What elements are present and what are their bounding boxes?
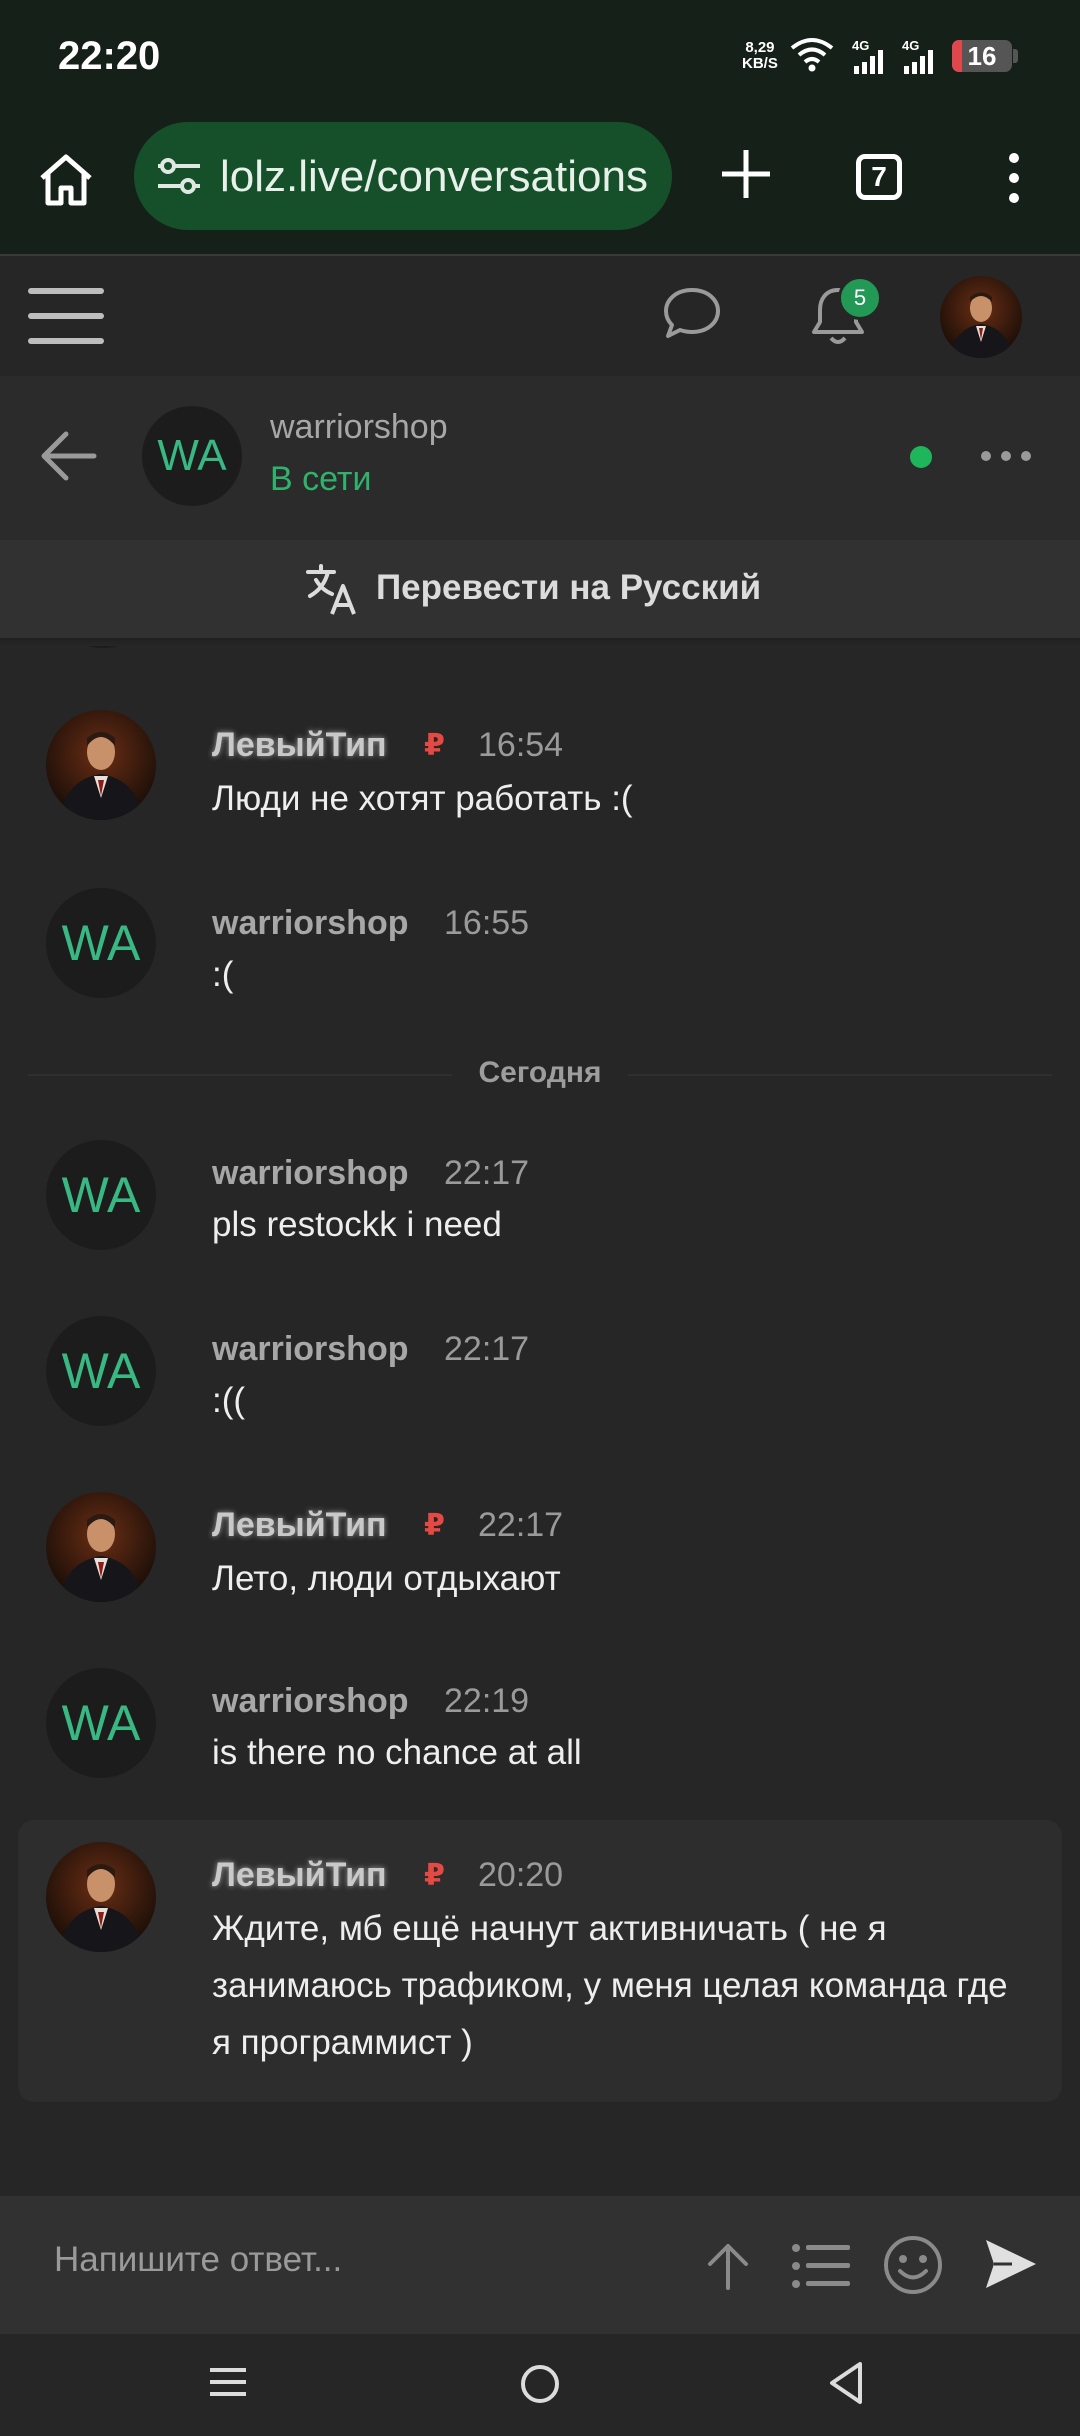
online-indicator-dot	[910, 446, 932, 468]
reply-input[interactable]: Напишите ответ...	[54, 2240, 342, 2280]
upload-arrow-icon[interactable]	[700, 2238, 756, 2294]
author-avatar[interactable]: WA	[46, 888, 156, 998]
ruble-badge-icon: ₽	[424, 1509, 445, 1542]
url-text[interactable]: lolz.live/conversations	[220, 152, 648, 202]
signal-icon-secondary	[904, 50, 933, 74]
tab-switcher-button[interactable]: 7	[856, 154, 902, 200]
author-name[interactable]: ЛевыйТип	[212, 1506, 387, 1545]
recent-apps-icon[interactable]	[208, 2362, 248, 2402]
reply-bar: Напишите ответ...	[0, 2196, 1080, 2334]
more-vertical-icon[interactable]	[1000, 152, 1028, 204]
message-list: ЛевыйТип ₽ 16:54 Люди не хотят работать …	[0, 646, 1080, 2196]
browser-toolbar: lolz.live/conversations 7	[0, 118, 1080, 254]
user-avatar[interactable]	[940, 276, 1022, 358]
back-arrow-icon[interactable]	[38, 428, 98, 484]
notification-count-badge: 5	[838, 276, 882, 320]
author-avatar[interactable]: WA	[46, 1140, 156, 1250]
ruble-badge-icon: ₽	[424, 1859, 445, 1892]
author-avatar[interactable]	[46, 1842, 156, 1952]
author-avatar[interactable]: WA	[46, 1668, 156, 1778]
author-name[interactable]: warriorshop	[212, 1330, 408, 1369]
conversation-avatar[interactable]: WA	[142, 406, 242, 506]
author-avatar[interactable]: WA	[46, 1316, 156, 1426]
system-back-icon[interactable]	[826, 2360, 866, 2406]
message-text: :(	[212, 955, 234, 994]
message-time: 22:19	[444, 1682, 530, 1720]
wifi-icon	[790, 38, 834, 72]
site-header: 5	[0, 256, 1080, 376]
list-format-icon[interactable]	[790, 2240, 852, 2292]
home-icon[interactable]	[34, 148, 98, 212]
conversation-header: WA warriorshop В сети	[0, 376, 1080, 540]
message-item-highlighted: ЛевыйТип ₽ 20:20 Ждите, мб ещё начнут ак…	[18, 1820, 1062, 2102]
more-options-icon[interactable]	[978, 446, 1034, 466]
message-time: 22:17	[444, 1330, 530, 1368]
message-item: WA warriorshop 22:17 pls restockk i need	[0, 1140, 1080, 1270]
emoji-icon[interactable]	[882, 2234, 944, 2296]
message-item: ЛевыйТип ₽ 16:54 Люди не хотят работать …	[0, 710, 1080, 840]
send-icon[interactable]	[982, 2236, 1038, 2292]
new-tab-icon[interactable]	[716, 144, 776, 204]
hamburger-menu-icon[interactable]	[26, 282, 106, 350]
system-home-icon[interactable]	[518, 2362, 562, 2406]
conversation-name[interactable]: warriorshop	[270, 408, 448, 447]
author-name[interactable]: warriorshop	[212, 904, 408, 943]
status-time: 22:20	[58, 34, 161, 78]
partially-visible-avatar	[50, 646, 156, 648]
author-name[interactable]: ЛевыйТип	[212, 726, 387, 765]
address-bar[interactable]: lolz.live/conversations	[134, 122, 672, 230]
message-time: 20:20	[478, 1856, 564, 1894]
signal-icon	[854, 50, 883, 74]
network-speed: 8,29 KB/S	[742, 39, 778, 72]
chat-icon[interactable]	[662, 282, 722, 342]
author-name[interactable]: ЛевыйТип	[212, 1856, 387, 1895]
message-time: 16:54	[478, 726, 564, 764]
message-text: Лето, люди отдыхают	[212, 1559, 561, 1598]
ruble-badge-icon: ₽	[424, 729, 445, 762]
message-item: WA warriorshop 22:19 is there no chance …	[0, 1668, 1080, 1798]
translate-icon	[306, 564, 356, 615]
site-settings-icon[interactable]	[156, 156, 202, 198]
day-separator-label: Сегодня	[452, 1056, 628, 1089]
online-status-text: В сети	[270, 460, 372, 498]
system-navigation-bar	[0, 2334, 1080, 2436]
battery-indicator: 16	[952, 40, 1012, 72]
message-time: 16:55	[444, 904, 530, 942]
status-bar: 22:20 8,29 KB/S 4G 4G 16	[0, 0, 1080, 118]
message-text: Ждите, мб ещё начнут активничать ( не я …	[212, 1909, 1008, 2062]
translate-bar-shadow	[0, 638, 1080, 646]
author-avatar[interactable]	[46, 1492, 156, 1602]
translate-button[interactable]: Перевести на Русский	[0, 540, 1080, 638]
message-text: pls restockk i need	[212, 1205, 502, 1244]
author-name[interactable]: warriorshop	[212, 1154, 408, 1193]
message-item: WA warriorshop 22:17 :((	[0, 1316, 1080, 1446]
day-separator: Сегодня	[0, 1056, 1080, 1090]
battery-cap	[1013, 49, 1018, 63]
author-avatar[interactable]	[46, 710, 156, 820]
translate-label: Перевести на Русский	[376, 568, 762, 607]
message-time: 22:17	[444, 1154, 530, 1192]
message-text: Люди не хотят работать :(	[212, 779, 633, 818]
message-item: WA warriorshop 16:55 :(	[0, 888, 1080, 1018]
message-item: ЛевыйТип ₽ 22:17 Лето, люди отдыхают	[0, 1492, 1080, 1622]
author-name[interactable]: warriorshop	[212, 1682, 408, 1721]
message-text: is there no chance at all	[212, 1733, 582, 1772]
message-time: 22:17	[478, 1506, 564, 1544]
message-text: :((	[212, 1381, 246, 1420]
